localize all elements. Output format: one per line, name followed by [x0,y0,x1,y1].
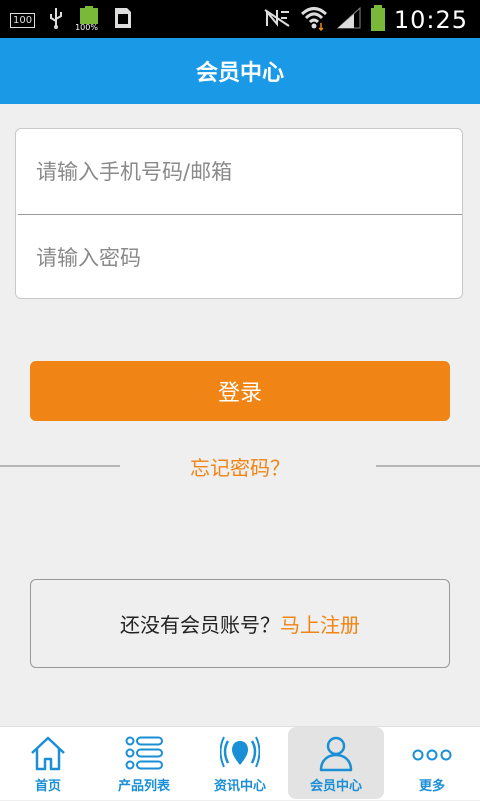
broadcast-icon [220,736,260,768]
tab-label: 会员中心 [309,779,362,794]
phone-email-input[interactable] [34,158,438,185]
nfc-muted-icon [262,6,292,34]
sim-icon [113,6,133,34]
tab-label: 资讯中心 [213,779,266,794]
home-icon [31,736,65,771]
register-link[interactable]: 马上注册 [280,609,360,638]
register-box: 还没有会员账号？ 马上注册 [30,579,450,668]
page-title: 会员中心 [195,61,284,86]
user-icon [319,736,353,772]
login-form-card [15,128,463,299]
password-input[interactable] [34,244,438,271]
tab-product-list[interactable]: 产品列表 [96,727,192,801]
battery-full-icon: 100% [75,6,101,34]
phone-email-field [16,129,462,214]
usb-icon [47,6,65,34]
battery-level-indicator: 100 [10,12,36,28]
tab-member-center[interactable]: 会员中心 [288,727,384,801]
bottom-tab-bar: 首页 产品列表 资讯中心 会员中心 更多 [0,726,480,800]
status-bar-left: 100 100% [10,6,133,34]
clock: 10:25 [393,6,468,34]
status-bar: 100 100% 10:25 [0,0,480,38]
login-button[interactable]: 登录 [30,361,450,421]
more-icon [412,749,452,761]
battery-percent-label: 100% [75,23,98,32]
register-prompt: 还没有会员账号？ [120,613,280,637]
tab-home[interactable]: 首页 [0,727,96,801]
tab-news-center[interactable]: 资讯中心 [192,727,288,801]
status-bar-right: 10:25 [262,4,468,36]
forgot-password-link[interactable]: 忘记密码？ [0,452,480,481]
signal-icon [336,6,362,34]
password-field [16,215,462,300]
wifi-icon [300,5,328,35]
battery-icon [370,4,386,36]
list-icon [125,736,163,770]
forgot-password-row: 忘记密码？ [0,450,480,482]
tab-label: 更多 [418,779,445,794]
tab-more[interactable]: 更多 [384,727,480,801]
tab-label: 首页 [34,779,61,794]
tab-label: 产品列表 [117,779,170,794]
page-header: 会员中心 [0,38,480,104]
